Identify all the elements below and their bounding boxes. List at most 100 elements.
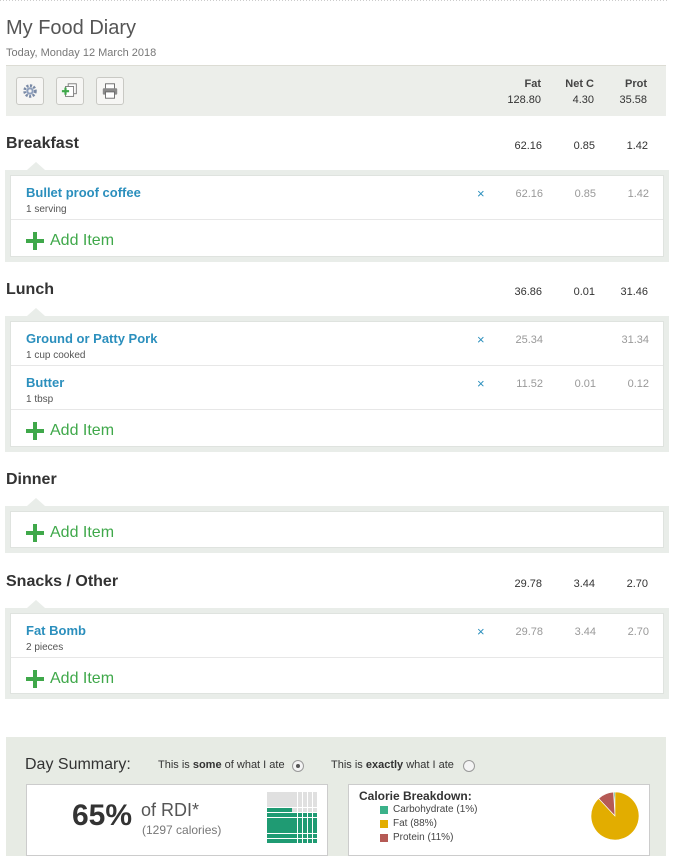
waffle-cell (302, 828, 308, 833)
waffle-cell (307, 833, 313, 839)
waffle-cell (292, 828, 297, 833)
add-item-label: Add Item (50, 232, 115, 249)
meal-panel-snacks: Fat Bomb 2 pieces × 29.78 3.44 2.70 Add … (5, 600, 669, 699)
option-some-suffix: of what I ate (221, 759, 285, 771)
waffle-cell (292, 802, 297, 807)
waffle-cell (312, 817, 318, 823)
food-fat: 29.78 (515, 626, 543, 638)
total-protein: 35.58 (619, 94, 647, 106)
remove-item-icon[interactable]: × (477, 624, 485, 639)
waffle-cell (282, 802, 287, 807)
add-item-button[interactable]: Add Item (26, 524, 114, 542)
food-name-link[interactable]: Fat Bomb (26, 623, 86, 638)
waffle-cell (272, 833, 277, 839)
legend-protein: Protein (11%) (380, 832, 453, 843)
meal-title-lunch: Lunch (6, 281, 54, 298)
legend-carbohydrate: Carbohydrate (1%) (380, 804, 477, 815)
print-button[interactable] (96, 77, 124, 105)
waffle-cell (302, 823, 308, 828)
total-net-carbs: 4.30 (572, 94, 594, 106)
waffle-cell (282, 812, 287, 818)
add-item-button[interactable]: Add Item (26, 670, 114, 688)
waffle-cell (312, 838, 318, 844)
option-some-prefix: This is (158, 759, 193, 771)
meal-total-net-carbs: 0.01 (573, 286, 595, 298)
meal-total-fat: 29.78 (514, 578, 542, 590)
meal-total-fat: 62.16 (514, 140, 542, 152)
add-item-button[interactable]: Add Item (26, 422, 114, 440)
waffle-cell (272, 797, 277, 802)
waffle-cell (287, 823, 292, 828)
waffle-cell (267, 797, 272, 802)
waffle-cell (287, 792, 292, 797)
option-some-label[interactable]: This is some of what I ate (158, 759, 285, 771)
food-name-link[interactable]: Ground or Patty Pork (26, 331, 157, 346)
waffle-cell (272, 792, 277, 797)
option-exactly-prefix: This is (331, 759, 366, 771)
waffle-cell (272, 812, 277, 818)
rdi-waffle-chart (267, 792, 318, 844)
remove-item-icon[interactable]: × (477, 186, 485, 201)
waffle-cell (292, 812, 297, 818)
food-row: Fat Bomb 2 pieces × 29.78 3.44 2.70 (11, 614, 663, 658)
plus-icon (26, 524, 44, 542)
waffle-cell (297, 792, 303, 797)
waffle-cell (297, 833, 303, 839)
settings-button[interactable] (16, 77, 44, 105)
waffle-cell (267, 812, 272, 818)
waffle-cell (272, 807, 277, 813)
toolbar: Fat 128.80 Net C 4.30 Prot 35.58 (6, 65, 666, 116)
total-fat: 128.80 (507, 94, 541, 106)
waffle-cell (277, 823, 282, 828)
plus-icon (26, 670, 44, 688)
column-header-fat: Fat (524, 78, 542, 90)
waffle-cell (282, 823, 287, 828)
waffle-cell (302, 802, 308, 807)
waffle-cell (277, 802, 282, 807)
copy-add-button[interactable] (56, 77, 84, 105)
waffle-cell (302, 817, 308, 823)
add-item-button[interactable]: Add Item (26, 232, 114, 250)
waffle-cell (282, 828, 287, 833)
food-name-link[interactable]: Bullet proof coffee (26, 185, 141, 200)
waffle-cell (307, 823, 313, 828)
meal-total-protein: 1.42 (626, 140, 648, 152)
plus-icon (26, 422, 44, 440)
waffle-cell (302, 797, 308, 802)
remove-item-icon[interactable]: × (477, 332, 485, 347)
waffle-cell (287, 838, 292, 844)
option-some-radio[interactable] (292, 760, 304, 772)
waffle-cell (287, 828, 292, 833)
waffle-cell (312, 807, 318, 813)
waffle-cell (307, 817, 313, 823)
calorie-breakdown-title: Calorie Breakdown: (359, 789, 472, 803)
add-item-label: Add Item (50, 524, 115, 541)
waffle-cell (282, 838, 287, 844)
waffle-cell (277, 792, 282, 797)
meal-title-dinner: Dinner (6, 471, 57, 488)
waffle-cell (287, 817, 292, 823)
option-exactly-label[interactable]: This is exactly what I ate (331, 759, 454, 771)
waffle-cell (267, 802, 272, 807)
page-title: My Food Diary (6, 17, 137, 39)
waffle-cell (307, 812, 313, 818)
remove-item-icon[interactable]: × (477, 376, 485, 391)
add-item-label: Add Item (50, 670, 115, 687)
legend-swatch (380, 833, 388, 842)
calorie-pie-chart (590, 791, 640, 841)
waffle-cell (277, 817, 282, 823)
food-net-carbs: 0.85 (574, 188, 596, 200)
food-name-link[interactable]: Butter (26, 375, 64, 390)
legend-swatch (380, 819, 388, 828)
option-exactly-radio[interactable] (463, 760, 475, 772)
rdi-percent: 65% (72, 799, 133, 832)
copy-add-icon (61, 83, 77, 97)
waffle-cell (292, 797, 297, 802)
waffle-cell (282, 807, 287, 813)
waffle-cell (312, 833, 318, 839)
waffle-cell (292, 792, 297, 797)
waffle-cell (307, 792, 313, 797)
pie-slice-fat (590, 791, 640, 841)
meal-total-net-carbs: 0.85 (573, 140, 595, 152)
waffle-cell (292, 833, 297, 839)
